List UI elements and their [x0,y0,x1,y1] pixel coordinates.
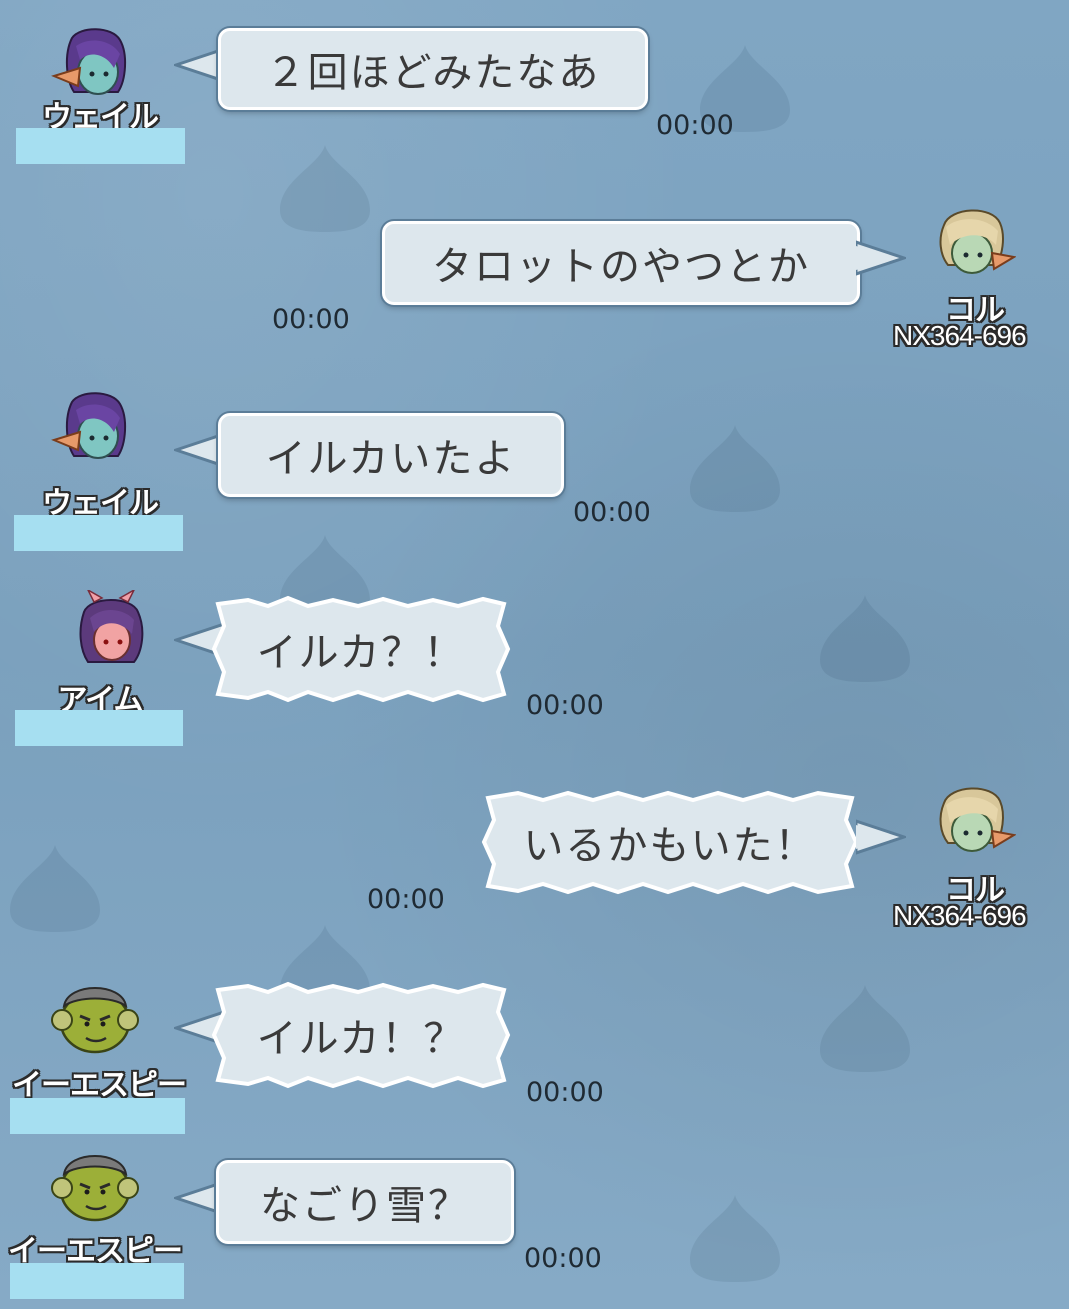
bubble-tail [174,430,224,470]
timestamp: 00:00 [524,1243,602,1274]
name-redaction-bar [14,515,183,551]
green-ogre-avatar[interactable] [50,976,140,1056]
timestamp: 00:00 [272,304,350,335]
timestamp: 00:00 [367,884,445,915]
name-redaction-bar [15,710,183,746]
message-text: イルカ！？ [256,1016,466,1062]
timestamp: 00:00 [573,497,651,528]
message-bubble: タロットのやつとか [382,221,860,305]
slime-watermark-icon [690,425,780,512]
message-bubble: なごり雪？ [216,1160,514,1244]
slime-watermark-icon [690,1195,780,1282]
message-text: いるかもいた！ [523,823,817,869]
horned-girl-avatar[interactable] [66,590,156,670]
name-redaction-bar [10,1098,185,1134]
bubble-tail [856,238,906,278]
name-redaction-bar [16,128,185,164]
blonde-elf-avatar[interactable] [926,205,1016,285]
blonde-elf-avatar[interactable] [926,783,1016,863]
message-bubble: イルカいたよ [218,413,564,497]
player-code: NX364-696 [893,900,1027,931]
bubble-tail [174,45,224,85]
message-text: イルカ？！ [256,630,466,676]
slime-watermark-icon [820,595,910,682]
player-code: NX364-696 [893,320,1027,351]
timestamp: 00:00 [526,1077,604,1108]
slime-watermark-icon [10,845,100,932]
bubble-tail [856,817,906,857]
timestamp: 00:00 [526,690,604,721]
slime-watermark-icon [280,145,370,232]
name-redaction-bar [10,1263,184,1299]
purple-hair-elf-avatar[interactable] [50,392,140,472]
timestamp: 00:00 [656,110,734,141]
message-bubble: ２回ほどみたなあ [218,28,648,110]
green-ogre-avatar[interactable] [50,1144,140,1224]
slime-watermark-icon [820,985,910,1072]
